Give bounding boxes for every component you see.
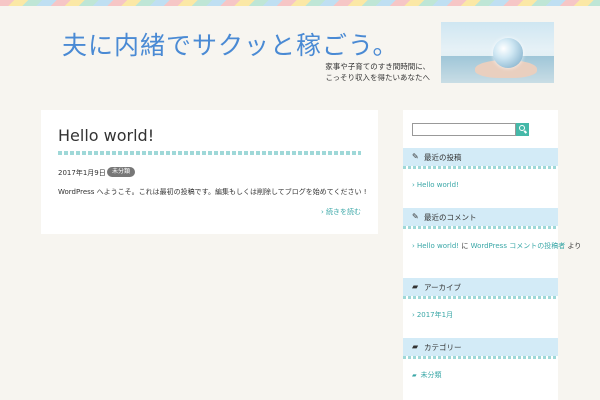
post-date: 2017年1月9日: [58, 169, 106, 177]
search-icon-handle: [523, 130, 528, 134]
post-card: Hello world! 2017年1月9日 未分類 WordPress へよう…: [41, 110, 378, 234]
chevron-right-icon: ›: [412, 311, 415, 319]
widget-divider: [403, 356, 558, 359]
widget-header-recent-comments: ✎ 最近のコメント: [403, 208, 558, 229]
widget-header-recent-posts: ✎ 最近の投稿: [403, 148, 558, 169]
archive-link[interactable]: › 2017年1月: [412, 310, 453, 320]
widget-title-categories: カテゴリー: [424, 343, 462, 352]
recent-comment-item: › Hello world! に WordPress コメントの投稿者 より: [412, 241, 581, 251]
widget-header-archives: ▰ アーカイブ: [403, 278, 558, 299]
comment-author-link[interactable]: WordPress コメントの投稿者: [471, 242, 566, 250]
category-link[interactable]: ▰ 未分類: [412, 370, 442, 380]
archive-label: 2017年1月: [416, 311, 454, 319]
chevron-right-icon: ›: [412, 181, 415, 189]
post-excerpt: WordPress へようこそ。これは最初の投稿です。編集もしくは削除してブログ…: [58, 188, 367, 196]
decorative-top-stripe: [0, 0, 600, 6]
header-image-crystal-ball: [493, 38, 523, 68]
widget-divider: [403, 166, 558, 169]
widget-divider: [403, 296, 558, 299]
widget-divider: [403, 226, 558, 229]
widget-header-categories: ▰ カテゴリー: [403, 338, 558, 359]
widget-title-recent-posts: 最近の投稿: [424, 153, 462, 162]
comment-separator: に: [461, 242, 469, 250]
search-button[interactable]: [516, 123, 529, 136]
folder-icon: ▰: [412, 342, 419, 351]
recent-post-label: Hello world!: [416, 181, 459, 189]
read-more-link[interactable]: › 続きを読む: [321, 207, 361, 217]
pencil-icon: ✎: [412, 212, 419, 221]
recent-post-link[interactable]: › Hello world!: [412, 181, 459, 189]
pencil-icon: ✎: [412, 152, 419, 161]
post-title[interactable]: Hello world!: [58, 126, 154, 145]
folder-icon: ▰: [412, 372, 419, 379]
site-title[interactable]: 夫に内緒でサクッと稼ごう。: [62, 26, 399, 62]
widget-title-recent-comments: 最近のコメント: [424, 213, 477, 222]
category-badge[interactable]: 未分類: [107, 167, 136, 177]
site-tagline: 家事や子育てのすき間時間に、こっそり収入を得たいあなたへ: [325, 62, 430, 82]
read-more-label: 続きを読む: [326, 208, 361, 216]
search-input[interactable]: [412, 123, 516, 136]
comment-post-link[interactable]: Hello world!: [417, 242, 459, 250]
folder-icon: ▰: [412, 282, 419, 291]
sidebar: ✎ 最近の投稿 › Hello world! ✎ 最近のコメント › Hello …: [403, 110, 581, 400]
comment-suffix: より: [567, 242, 582, 250]
header-image: [441, 22, 554, 83]
post-title-divider: [58, 151, 361, 155]
category-label: 未分類: [420, 371, 442, 379]
widget-title-archives: アーカイブ: [424, 283, 462, 292]
